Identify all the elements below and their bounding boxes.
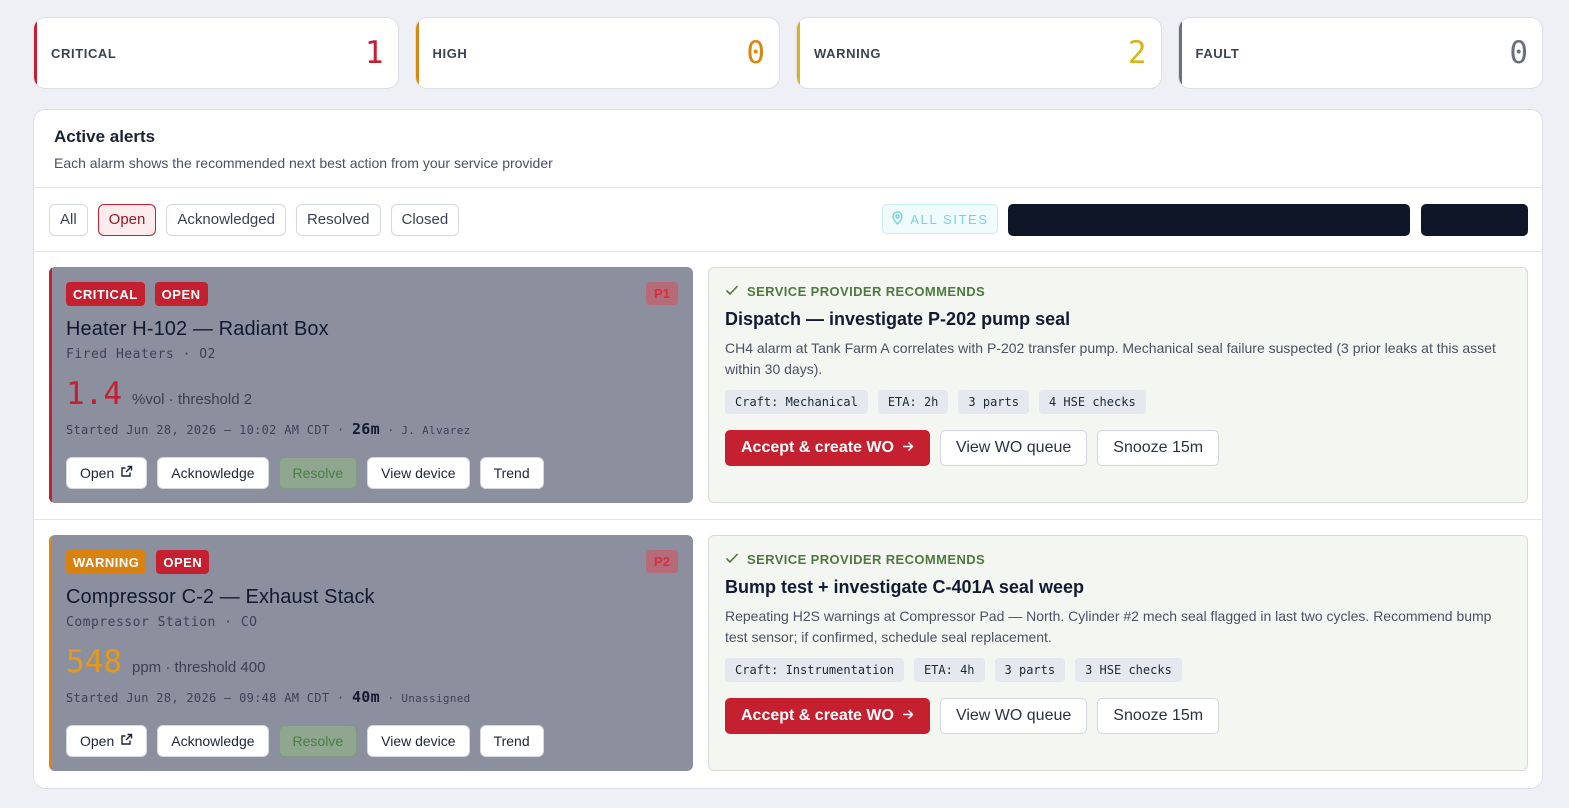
alert-assignee: · J. Alvarez (387, 424, 471, 437)
acknowledge-button[interactable]: Acknowledge (157, 725, 269, 757)
summary-count: 2 (1127, 35, 1147, 71)
open-label: Open (80, 733, 115, 749)
chip-eta: ETA: 4h (913, 658, 985, 682)
filter-resolved[interactable]: Resolved (295, 203, 381, 236)
summary-card-critical[interactable]: CRITICAL 1 (33, 17, 399, 89)
location-pin-icon (891, 210, 904, 228)
chip-parts: 3 parts (958, 390, 1029, 414)
external-link-icon (120, 733, 133, 749)
chip-parts: 3 parts (994, 658, 1066, 682)
alert-assignee: · Unassigned (387, 692, 471, 705)
priority-badge: P1 (646, 282, 678, 305)
alert-title: Heater H-102 — Radiant Box (66, 318, 329, 340)
filter-bar: All Open Acknowledged Resolved Closed AL… (34, 188, 1542, 252)
trend-button[interactable]: Trend (479, 457, 544, 489)
started-text: Started Jun 28, 2026 — 10:02 AM CDT · (66, 423, 345, 437)
chip-hse: 4 HSE checks (1038, 390, 1146, 414)
summary-count: 0 (746, 35, 765, 71)
view-device-button[interactable]: View device (367, 457, 470, 489)
alert-card[interactable]: WARNING OPEN P2 Compressor C-2 — Exhaust… (49, 535, 693, 771)
view-wo-queue-button[interactable]: View WO queue (939, 430, 1088, 466)
summary-card-warning[interactable]: WARNING 2 (796, 17, 1162, 89)
alert-title: Compressor C-2 — Exhaust Stack (66, 586, 375, 608)
accept-label: Accept & create WO (741, 439, 894, 456)
alert-started: Started Jun 28, 2026 — 10:02 AM CDT · 26… (66, 420, 678, 438)
priority-badge: P2 (646, 550, 678, 573)
check-icon (725, 284, 739, 299)
filter-open[interactable]: Open (97, 203, 157, 236)
acknowledge-button[interactable]: Acknowledge (157, 457, 269, 489)
chip-hse: 3 HSE checks (1075, 658, 1182, 682)
alert-duration: 40m (351, 688, 380, 706)
alert-card[interactable]: CRITICAL OPEN P1 Heater H-102 — Radiant … (49, 267, 693, 503)
status-badge: OPEN (154, 282, 208, 306)
arrow-right-icon (902, 707, 914, 725)
chip-eta: ETA: 2h (877, 390, 949, 414)
summary-label: CRITICAL (51, 45, 117, 61)
open-label: Open (80, 465, 115, 481)
filter-all[interactable]: All (49, 203, 88, 236)
started-text: Started Jun 28, 2026 — 09:48 AM CDT · (66, 691, 345, 705)
alert-unit: %vol · threshold 2 (132, 391, 253, 408)
arrow-right-icon (902, 439, 914, 457)
all-sites-button[interactable]: ALL SITES (882, 204, 998, 234)
recommendation-title: Dispatch — investigate P-202 pump seal (725, 309, 1071, 329)
panel-subtitle: Each alarm shows the recommended next be… (54, 155, 553, 171)
severity-badge: WARNING (66, 550, 147, 574)
resolve-button[interactable]: Resolve (278, 725, 358, 757)
check-icon (725, 552, 739, 567)
recommendation-description: Repeating H2S warnings at Compressor Pad… (725, 608, 1492, 645)
accept-create-wo-button[interactable]: Accept & create WO (725, 430, 930, 466)
snooze-button[interactable]: Snooze 15m (1097, 698, 1220, 734)
external-link-icon (120, 465, 133, 481)
status-badge: OPEN (156, 550, 210, 574)
recommendation-header: SERVICE PROVIDER RECOMMENDS (747, 284, 986, 299)
view-wo-queue-button[interactable]: View WO queue (939, 698, 1088, 734)
alert-value: 1.4 (66, 376, 122, 412)
alert-row: WARNING OPEN P2 Compressor C-2 — Exhaust… (34, 520, 1542, 788)
alert-subtitle: Compressor Station · CO (66, 615, 258, 630)
all-sites-label: ALL SITES (910, 211, 989, 227)
alert-value: 548 (66, 644, 122, 680)
alert-started: Started Jun 28, 2026 — 09:48 AM CDT · 40… (66, 688, 678, 706)
accept-label: Accept & create WO (741, 707, 894, 724)
summary-count: 0 (1509, 35, 1528, 71)
alert-unit: ppm · threshold 400 (132, 659, 266, 676)
accept-create-wo-button[interactable]: Accept & create WO (725, 698, 930, 734)
alert-duration: 26m (351, 420, 380, 438)
recommendation-title: Bump test + investigate C-401A seal weep (725, 577, 1084, 597)
recommendation-header: SERVICE PROVIDER RECOMMENDS (747, 552, 986, 567)
summary-label: WARNING (814, 45, 882, 61)
alert-subtitle: Fired Heaters · O2 (66, 347, 216, 362)
site-filter-button[interactable] (1421, 204, 1528, 236)
active-alerts-panel: Active alerts Each alarm shows the recom… (33, 109, 1543, 789)
severity-badge: CRITICAL (66, 282, 145, 306)
panel-header: Active alerts Each alarm shows the recom… (34, 110, 1542, 188)
panel-title: Active alerts (54, 127, 156, 146)
summary-card-high[interactable]: HIGH 0 (414, 17, 780, 89)
recommendation-card: SERVICE PROVIDER RECOMMENDS Bump test + … (708, 535, 1528, 771)
filter-acknowledged[interactable]: Acknowledged (166, 203, 286, 236)
summary-count: 1 (364, 35, 384, 71)
site-search-input[interactable] (1008, 204, 1410, 236)
severity-summary: CRITICAL 1 HIGH 0 WARNING 2 FAULT 0 (33, 17, 1543, 89)
open-button[interactable]: Open (66, 725, 148, 757)
filter-closed[interactable]: Closed (390, 203, 460, 236)
trend-button[interactable]: Trend (479, 725, 544, 757)
recommendation-card: SERVICE PROVIDER RECOMMENDS Dispatch — i… (708, 267, 1528, 503)
summary-label: FAULT (1195, 45, 1240, 61)
chip-craft: Craft: Instrumentation (725, 658, 904, 682)
summary-label: HIGH (432, 45, 468, 61)
recommendation-description: CH4 alarm at Tank Farm A correlates with… (725, 340, 1496, 377)
resolve-button[interactable]: Resolve (278, 457, 358, 489)
view-device-button[interactable]: View device (367, 725, 470, 757)
alert-row: CRITICAL OPEN P1 Heater H-102 — Radiant … (34, 252, 1542, 520)
snooze-button[interactable]: Snooze 15m (1097, 430, 1220, 466)
chip-craft: Craft: Mechanical (725, 390, 868, 414)
open-button[interactable]: Open (66, 457, 148, 489)
summary-card-fault[interactable]: FAULT 0 (1177, 17, 1543, 89)
